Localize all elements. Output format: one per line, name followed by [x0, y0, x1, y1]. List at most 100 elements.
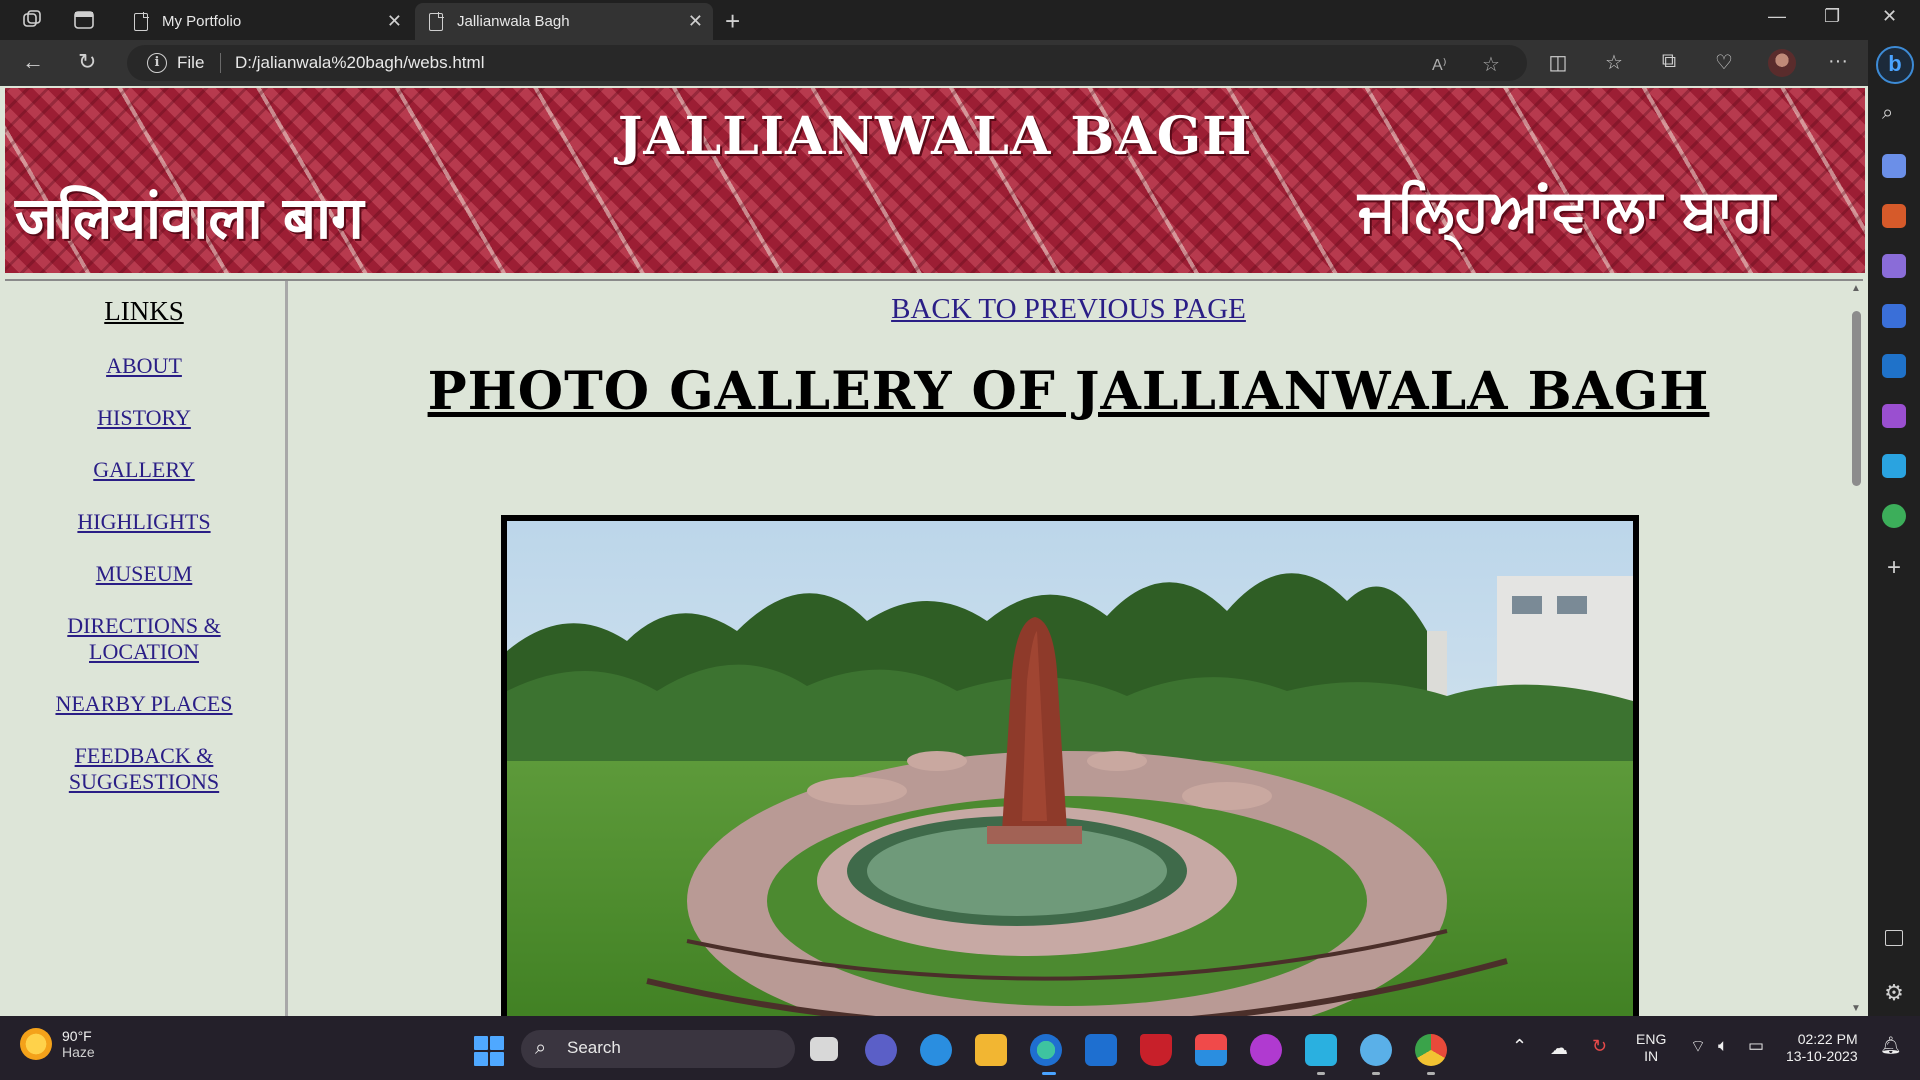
- nav-link-directions[interactable]: DIRECTIONS & LOCATION: [5, 613, 283, 665]
- send-icon[interactable]: [1882, 454, 1906, 478]
- myhp-icon[interactable]: [1085, 1034, 1117, 1066]
- browser-toolbar: ← ↻ i File D:/jalianwala%20bagh/webs.htm…: [0, 40, 1920, 86]
- tab-title: Jallianwala Bagh: [457, 13, 570, 30]
- workspaces-icon[interactable]: [20, 8, 44, 32]
- designer-icon[interactable]: [1882, 404, 1906, 428]
- split-screen-icon[interactable]: ◫: [1546, 50, 1570, 74]
- active-app-indicator: [1042, 1072, 1056, 1075]
- windows-start-icon[interactable]: [474, 1036, 504, 1066]
- gallery-heading: PHOTO GALLERY OF JALLIANWALA BAGH: [427, 361, 1710, 422]
- search-label: Search: [567, 1038, 621, 1057]
- minimize-icon[interactable]: —: [1768, 6, 1786, 27]
- microsoft-store-icon[interactable]: [1195, 1034, 1227, 1066]
- page-icon: [134, 11, 149, 31]
- running-app-indicator: [1427, 1072, 1435, 1075]
- nav-link-gallery[interactable]: GALLERY: [5, 457, 283, 483]
- wps-icon[interactable]: [1250, 1034, 1282, 1066]
- notifications-bell-icon[interactable]: 🔔︎: [1880, 1036, 1902, 1056]
- search-icon[interactable]: ⌕: [1882, 102, 1906, 126]
- games-icon[interactable]: [1882, 254, 1906, 278]
- nav-link-museum[interactable]: MUSEUM: [5, 561, 283, 587]
- edge-browser-icon[interactable]: [1030, 1034, 1062, 1066]
- notepad-icon[interactable]: [1305, 1034, 1337, 1066]
- language-line1: ENG: [1636, 1031, 1667, 1047]
- windows-taskbar: 90°F Haze ⌕ Search ⌃ ☁ ↻ ENG IN ⌔ 🔈︎ ▭ 0…: [0, 1016, 1920, 1080]
- battery-icon[interactable]: ▭: [1748, 1036, 1764, 1056]
- nav-link-history[interactable]: HISTORY: [5, 405, 283, 431]
- restore-icon[interactable]: ❐: [1824, 6, 1840, 27]
- mcafee-icon[interactable]: [1140, 1034, 1172, 1066]
- close-tab-icon[interactable]: ✕: [387, 11, 402, 32]
- browser-essentials-icon[interactable]: ♡: [1712, 50, 1736, 74]
- haze-sun-icon: [20, 1028, 52, 1060]
- clock[interactable]: 02:22 PM 13-10-2023: [1786, 1031, 1858, 1065]
- links-heading: LINKS: [104, 296, 184, 326]
- microsoft-365-icon[interactable]: [1882, 304, 1906, 328]
- refresh-icon[interactable]: ↻: [78, 49, 96, 75]
- weather-condition: Haze: [62, 1044, 95, 1060]
- tab-jallianwala-bagh[interactable]: Jallianwala Bagh ✕: [415, 3, 713, 40]
- banner-title: JALLIANWALA BAGH: [617, 106, 1253, 167]
- gallery-photo: [501, 515, 1639, 1016]
- info-icon[interactable]: i: [147, 53, 167, 73]
- clock-time: 02:22 PM: [1797, 1031, 1858, 1047]
- tab-title: My Portfolio: [162, 13, 242, 30]
- tree-icon[interactable]: [1882, 504, 1906, 528]
- language-line2: IN: [1644, 1048, 1659, 1064]
- nav-link-about[interactable]: ABOUT: [5, 353, 283, 379]
- settings-gear-icon[interactable]: ⚙: [1882, 980, 1906, 1005]
- sync-icon[interactable]: ↻: [1592, 1036, 1607, 1057]
- chat-icon[interactable]: [865, 1034, 897, 1066]
- task-view-icon[interactable]: [810, 1037, 838, 1061]
- volume-icon[interactable]: 🔈︎: [1718, 1036, 1728, 1056]
- back-to-previous-link[interactable]: BACK TO PREVIOUS PAGE: [291, 293, 1846, 326]
- onedrive-icon[interactable]: ☁: [1550, 1038, 1568, 1059]
- close-window-icon[interactable]: ✕: [1882, 6, 1897, 27]
- file-explorer-icon[interactable]: [975, 1034, 1007, 1066]
- add-icon[interactable]: +: [1882, 554, 1906, 581]
- help-icon[interactable]: [920, 1034, 952, 1066]
- tab-actions-icon[interactable]: [72, 8, 96, 32]
- memorial-photo-illustration: [507, 521, 1633, 1016]
- collections-icon[interactable]: ⧉: [1657, 50, 1681, 74]
- chrome-icon[interactable]: [1415, 1034, 1447, 1066]
- close-tab-icon[interactable]: ✕: [688, 11, 703, 32]
- nav-link-feedback[interactable]: FEEDBACK & SUGGESTIONS: [5, 743, 283, 795]
- tab-my-portfolio[interactable]: My Portfolio ✕: [120, 3, 412, 40]
- browser-title-bar: My Portfolio ✕ Jallianwala Bagh ✕ + — ❐ …: [0, 0, 1920, 40]
- running-app-indicator: [1317, 1072, 1325, 1075]
- address-bar[interactable]: i File D:/jalianwala%20bagh/webs.html A⁾…: [127, 45, 1527, 81]
- new-tab-icon[interactable]: +: [725, 6, 740, 37]
- scroll-down-icon[interactable]: ▼: [1851, 1003, 1861, 1014]
- nav-link-nearby-places[interactable]: NEARBY PLACES: [5, 691, 283, 717]
- header-banner: JALLIANWALA BAGH जलियांवाला बाग ਜਲ੍ਹਿਆਂਵ…: [5, 88, 1865, 273]
- show-hidden-icons-chevron-icon[interactable]: ⌃: [1512, 1036, 1527, 1057]
- search-icon: ⌕: [535, 1037, 547, 1059]
- favorites-icon[interactable]: ☆: [1602, 50, 1626, 74]
- tools-icon[interactable]: [1882, 204, 1906, 228]
- weather-widget[interactable]: 90°F Haze: [20, 1028, 95, 1060]
- url-divider: [220, 53, 221, 73]
- page-scrollbar[interactable]: ▲ ▼: [1847, 281, 1865, 1016]
- main-content: BACK TO PREVIOUS PAGE PHOTO GALLERY OF J…: [291, 281, 1846, 1016]
- language-indicator[interactable]: ENG IN: [1636, 1031, 1666, 1065]
- more-options-icon[interactable]: ···: [1826, 50, 1850, 74]
- globe-app-icon[interactable]: [1360, 1034, 1392, 1066]
- copilot-icon[interactable]: b: [1876, 46, 1914, 84]
- nav-link-highlights[interactable]: HIGHLIGHTS: [5, 509, 283, 535]
- shopping-icon[interactable]: [1882, 154, 1906, 178]
- weather-temp: 90°F: [62, 1028, 92, 1044]
- wifi-icon[interactable]: ⌔: [1690, 1036, 1706, 1057]
- url-text[interactable]: D:/jalianwala%20bagh/webs.html: [235, 53, 484, 73]
- outlook-icon[interactable]: [1882, 354, 1906, 378]
- back-arrow-icon[interactable]: ←: [22, 49, 44, 75]
- scroll-thumb[interactable]: [1852, 311, 1861, 486]
- hide-sidebar-icon[interactable]: [1885, 930, 1903, 946]
- links-sidebar: LINKS ABOUT HISTORY GALLERY HIGHLIGHTS M…: [5, 281, 288, 1016]
- profile-avatar[interactable]: [1768, 49, 1796, 77]
- scroll-up-icon[interactable]: ▲: [1851, 283, 1861, 294]
- web-page: JALLIANWALA BAGH जलियांवाला बाग ਜਲ੍ਹਿਆਂਵ…: [0, 86, 1868, 1016]
- favorite-star-icon[interactable]: ☆: [1482, 52, 1500, 77]
- taskbar-search[interactable]: ⌕ Search: [521, 1030, 795, 1068]
- read-aloud-icon[interactable]: A⁾: [1432, 55, 1447, 75]
